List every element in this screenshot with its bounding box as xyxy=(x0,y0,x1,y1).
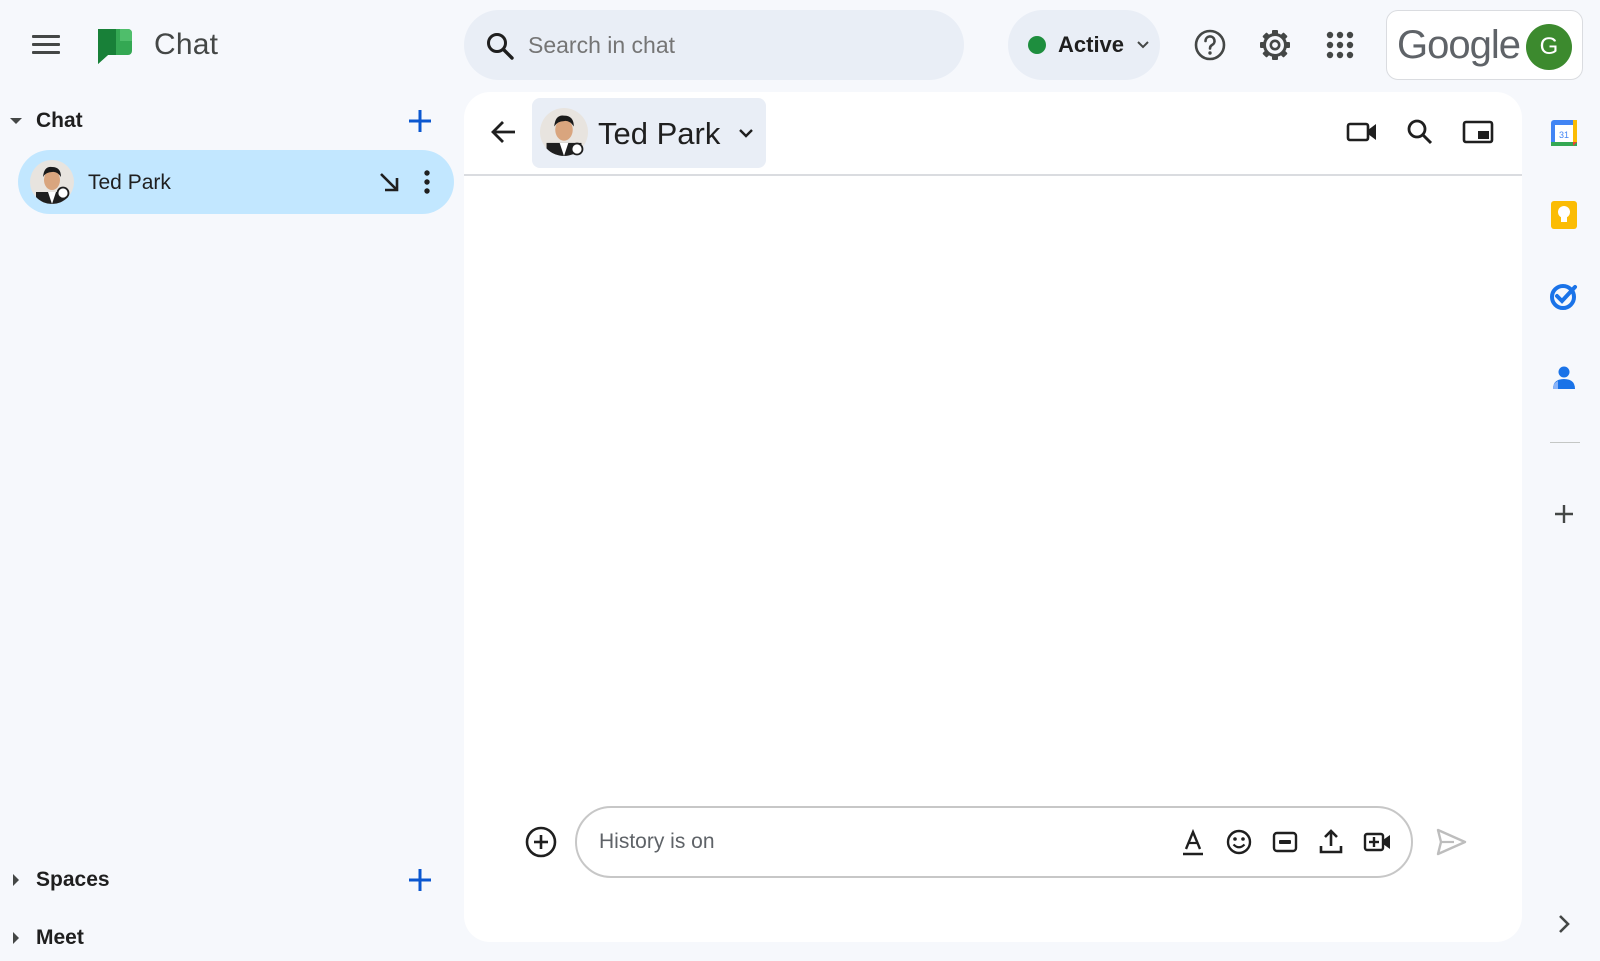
tasks-icon[interactable] xyxy=(1548,280,1580,312)
menu-icon-line xyxy=(32,50,60,54)
conversation-title-button[interactable]: Ted Park xyxy=(532,98,766,168)
search-icon[interactable] xyxy=(484,30,516,62)
new-chat-plus-icon[interactable] xyxy=(404,105,436,137)
meet-add-icon[interactable] xyxy=(1361,826,1393,858)
chevron-right-icon[interactable] xyxy=(1548,908,1580,940)
caret-right-icon xyxy=(13,874,19,886)
main-menu-button[interactable] xyxy=(26,24,66,64)
apps-grid-icon[interactable] xyxy=(1320,25,1360,65)
upload-icon[interactable] xyxy=(1315,826,1347,858)
section-chat-header[interactable]: Chat xyxy=(8,103,448,139)
calendar-icon[interactable]: 31 xyxy=(1548,117,1580,149)
svg-text:31: 31 xyxy=(1559,130,1569,140)
caret-right-icon xyxy=(13,932,19,944)
account-avatar[interactable]: G xyxy=(1526,24,1572,70)
presence-offline-icon xyxy=(570,142,584,156)
dm-item-ted-park[interactable]: Ted Park xyxy=(18,150,454,214)
help-icon[interactable] xyxy=(1190,25,1230,65)
new-space-plus-icon[interactable] xyxy=(404,864,436,896)
conversation-panel: Ted Park xyxy=(464,92,1522,942)
top-bar: Chat Active xyxy=(0,0,1600,90)
chevron-down-icon xyxy=(739,129,753,138)
contacts-icon[interactable] xyxy=(1548,362,1580,394)
status-label: Active xyxy=(1058,32,1125,57)
rail-divider xyxy=(1550,442,1580,443)
section-meet-header[interactable]: Meet xyxy=(8,920,448,956)
picture-in-picture-icon[interactable] xyxy=(1460,114,1496,150)
video-call-icon[interactable] xyxy=(1344,114,1380,150)
menu-icon-line xyxy=(32,34,60,38)
status-dot-icon xyxy=(1028,36,1046,54)
message-input[interactable] xyxy=(599,808,1139,876)
chat-logo-icon xyxy=(98,29,132,64)
text-format-icon[interactable] xyxy=(1177,826,1209,858)
google-wordmark: Google xyxy=(1397,23,1521,67)
conversation-title: Ted Park xyxy=(598,116,721,151)
section-title: Spaces xyxy=(36,868,110,891)
message-composer[interactable] xyxy=(575,806,1413,878)
presence-offline-icon xyxy=(56,186,70,200)
gif-icon[interactable] xyxy=(1269,826,1301,858)
more-vert-icon[interactable] xyxy=(422,167,432,197)
add-circle-icon[interactable] xyxy=(524,825,558,859)
search-input[interactable] xyxy=(528,10,948,80)
dm-name: Ted Park xyxy=(88,171,171,194)
emoji-icon[interactable] xyxy=(1223,826,1255,858)
chevron-down-icon xyxy=(1137,41,1149,49)
keep-icon[interactable] xyxy=(1548,199,1580,231)
add-icon[interactable] xyxy=(1548,498,1580,530)
menu-icon-line xyxy=(32,42,60,46)
header-divider xyxy=(464,174,1522,176)
section-title: Chat xyxy=(36,109,83,132)
settings-icon[interactable] xyxy=(1255,25,1295,65)
app-title: Chat xyxy=(154,28,219,61)
section-spaces-header[interactable]: Spaces xyxy=(8,862,448,898)
caret-down-icon xyxy=(10,118,22,124)
back-arrow-icon[interactable] xyxy=(486,114,522,150)
send-icon[interactable] xyxy=(1434,825,1468,859)
search-icon[interactable] xyxy=(1402,114,1438,150)
status-selector[interactable]: Active xyxy=(1008,10,1160,80)
section-title: Meet xyxy=(36,926,84,949)
account-switcher[interactable]: Google G xyxy=(1386,10,1583,80)
search-bar[interactable] xyxy=(464,10,964,80)
arrow-down-right-icon[interactable] xyxy=(376,169,402,195)
